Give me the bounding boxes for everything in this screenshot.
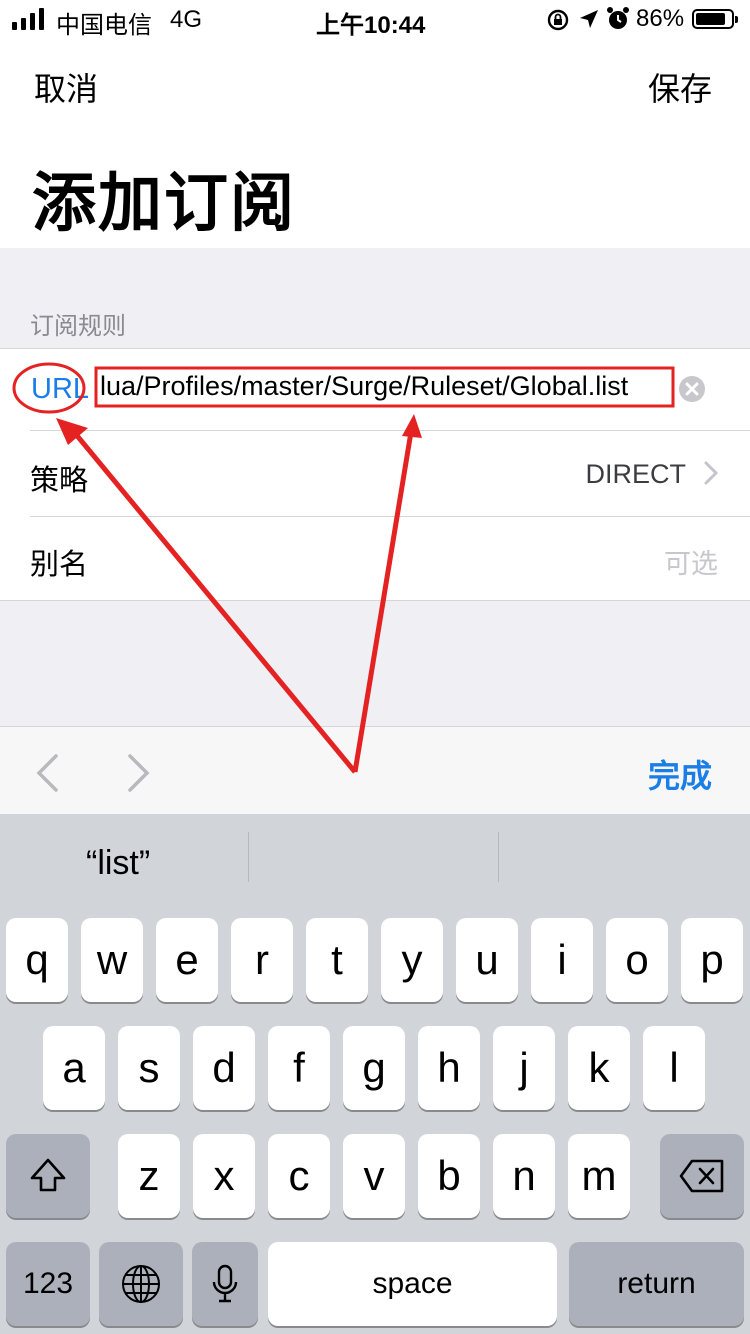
key-v[interactable]: v [343,1134,405,1218]
key-r[interactable]: r [231,918,293,1002]
key-k[interactable]: k [568,1026,630,1110]
key-o[interactable]: o [606,918,668,1002]
key-row-2: asdfghjkl [0,1026,750,1110]
key-n[interactable]: n [493,1134,555,1218]
lock-rotation-icon [547,9,569,31]
key-l[interactable]: l [643,1026,705,1110]
forward-arrow-icon[interactable] [126,753,152,793]
mic-icon [212,1264,238,1303]
key-d[interactable]: d [193,1026,255,1110]
mic-key[interactable] [192,1242,258,1326]
key-q[interactable]: q [6,918,68,1002]
suggestion-bar: “list” [0,814,750,904]
back-arrow-icon[interactable] [34,753,60,793]
chevron-right-icon [704,461,718,485]
status-bar: 中国电信 4G 上午10:44 86% [0,0,750,40]
carrier-label: 中国电信 [56,12,152,39]
shift-icon [30,1158,66,1192]
location-icon [580,10,598,28]
key-e[interactable]: e [156,918,218,1002]
url-input[interactable]: lua/Profiles/master/Surge/Ruleset/Global… [100,371,628,402]
key-m[interactable]: m [568,1134,630,1218]
suggestion-item[interactable]: “list” [86,844,150,883]
network-label: 4G [170,6,203,33]
numbers-key[interactable]: 123 [6,1242,90,1326]
key-b[interactable]: b [418,1134,480,1218]
battery-icon [692,9,738,29]
key-row-1: qwertyuiop [0,918,750,1002]
status-time: 上午10:44 [316,12,426,39]
key-x[interactable]: x [193,1134,255,1218]
battery-percent: 86% [636,5,685,32]
signal-icon [12,8,48,30]
globe-key[interactable] [99,1242,183,1326]
key-row-3: zxcvbnm [0,1134,750,1218]
done-button[interactable]: 完成 [648,751,712,797]
key-row-4: 123 space return [0,1242,750,1328]
alias-label: 别名 [30,549,89,581]
url-label: URL [31,373,90,405]
key-w[interactable]: w [81,918,143,1002]
delete-key[interactable] [660,1134,744,1218]
url-row[interactable]: URL lua/Profiles/master/Surge/Ruleset/Gl… [0,349,750,430]
key-z[interactable]: z [118,1134,180,1218]
key-p[interactable]: p [681,918,743,1002]
page-title: 添加订阅 [32,167,296,239]
key-c[interactable]: c [268,1134,330,1218]
policy-row[interactable]: 策略 DIRECT [0,431,750,516]
save-button[interactable]: 保存 [648,64,712,110]
alarm-icon [607,7,629,29]
key-g[interactable]: g [343,1026,405,1110]
alias-row[interactable]: 别名 可选 [0,517,750,599]
clear-icon[interactable] [678,375,706,403]
key-a[interactable]: a [43,1026,105,1110]
key-y[interactable]: y [381,918,443,1002]
key-i[interactable]: i [531,918,593,1002]
cancel-button[interactable]: 取消 [34,64,98,110]
section-header: 订阅规则 [30,313,126,340]
space-key[interactable]: space [268,1242,557,1326]
policy-label: 策略 [30,465,89,497]
keyboard: “list” qwertyuiop asdfghjkl zxcvbnm 123 [0,814,750,1334]
shift-key[interactable] [6,1134,90,1218]
key-t[interactable]: t [306,918,368,1002]
key-h[interactable]: h [418,1026,480,1110]
key-f[interactable]: f [268,1026,330,1110]
delete-icon [679,1159,724,1193]
key-s[interactable]: s [118,1026,180,1110]
return-key[interactable]: return [569,1242,744,1326]
key-u[interactable]: u [456,918,518,1002]
key-j[interactable]: j [493,1026,555,1110]
alias-input[interactable]: 可选 [664,542,718,581]
globe-icon [122,1265,160,1303]
subscription-table: URL lua/Profiles/master/Surge/Ruleset/Gl… [0,348,750,601]
keyboard-accessory-bar: 完成 [0,726,750,815]
policy-value: DIRECT [585,459,687,489]
